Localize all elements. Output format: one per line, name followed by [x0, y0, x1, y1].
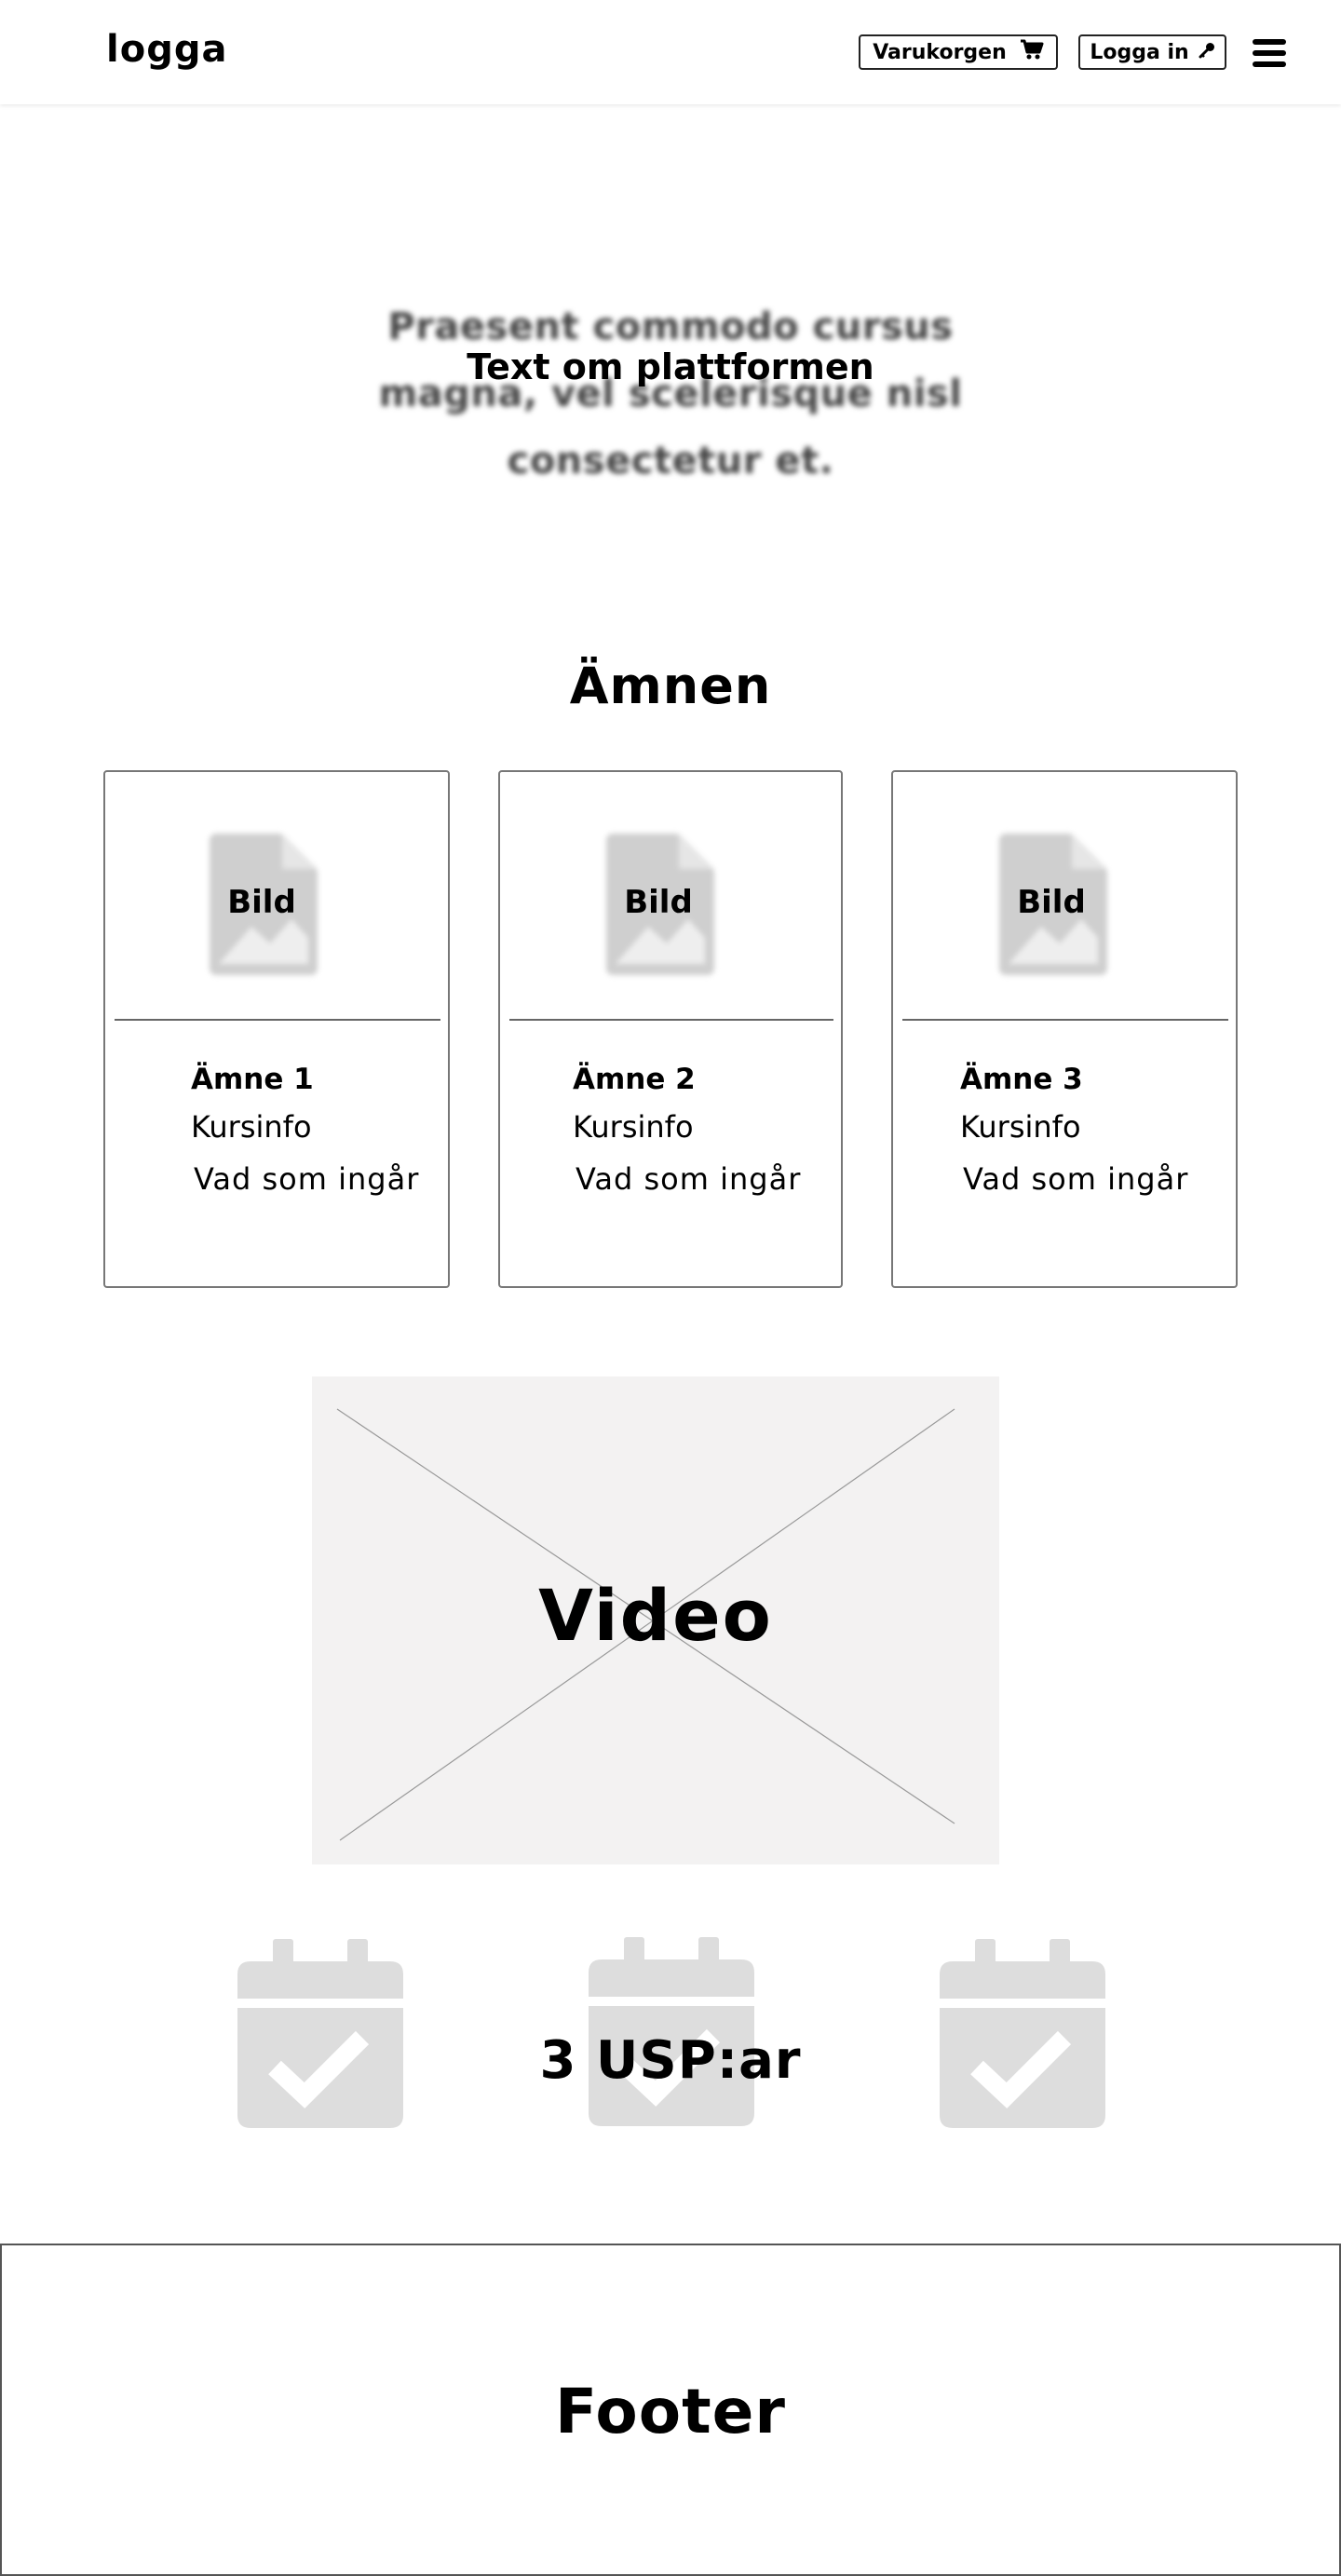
cart-icon — [1020, 39, 1044, 65]
card-info: Kursinfo — [573, 1109, 694, 1145]
login-button[interactable]: Logga in — [1078, 34, 1226, 70]
cart-button[interactable]: Varukorgen — [859, 34, 1058, 70]
video-label: Video — [538, 1574, 773, 1657]
subjects-title: Ämnen — [569, 657, 772, 715]
card-info: Kursinfo — [191, 1109, 312, 1145]
card-title: Ämne 2 — [573, 1063, 696, 1096]
video-placeholder[interactable]: Video — [312, 1376, 999, 1864]
image-label: Bild — [1017, 884, 1086, 921]
cart-button-label: Varukorgen — [873, 40, 1007, 64]
card-info: Kursinfo — [960, 1109, 1081, 1145]
key-icon — [1199, 41, 1215, 64]
image-label: Bild — [227, 884, 296, 921]
hero-label: Text om plattformen — [467, 346, 874, 387]
image-label: Bild — [624, 884, 693, 921]
card-title: Ämne 3 — [960, 1063, 1083, 1096]
subject-card-1[interactable]: Bild Ämne 1 Kursinfo Vad som ingår — [103, 770, 450, 1288]
card-includes: Vad som ingår — [963, 1161, 1189, 1197]
subject-card-3[interactable]: Bild Ämne 3 Kursinfo Vad som ingår — [891, 770, 1238, 1288]
hero-placeholder-text: Praesent commodo cursus magna, vel scele… — [378, 305, 963, 482]
hamburger-menu-icon[interactable] — [1253, 39, 1286, 67]
site-footer: Footer — [0, 2244, 1341, 2576]
subject-card-2[interactable]: Bild Ämne 2 Kursinfo Vad som ingår — [498, 770, 843, 1288]
card-divider — [115, 1019, 440, 1021]
site-header: logga Varukorgen Logga in — [0, 0, 1341, 104]
card-divider — [509, 1019, 833, 1021]
card-includes: Vad som ingår — [576, 1161, 802, 1197]
logo[interactable]: logga — [106, 28, 227, 71]
usp-label: 3 USP:ar — [539, 2030, 802, 2091]
login-button-label: Logga in — [1090, 40, 1189, 64]
card-title: Ämne 1 — [191, 1063, 314, 1096]
footer-label: Footer — [555, 2376, 786, 2447]
card-divider — [902, 1019, 1228, 1021]
card-includes: Vad som ingår — [194, 1161, 420, 1197]
